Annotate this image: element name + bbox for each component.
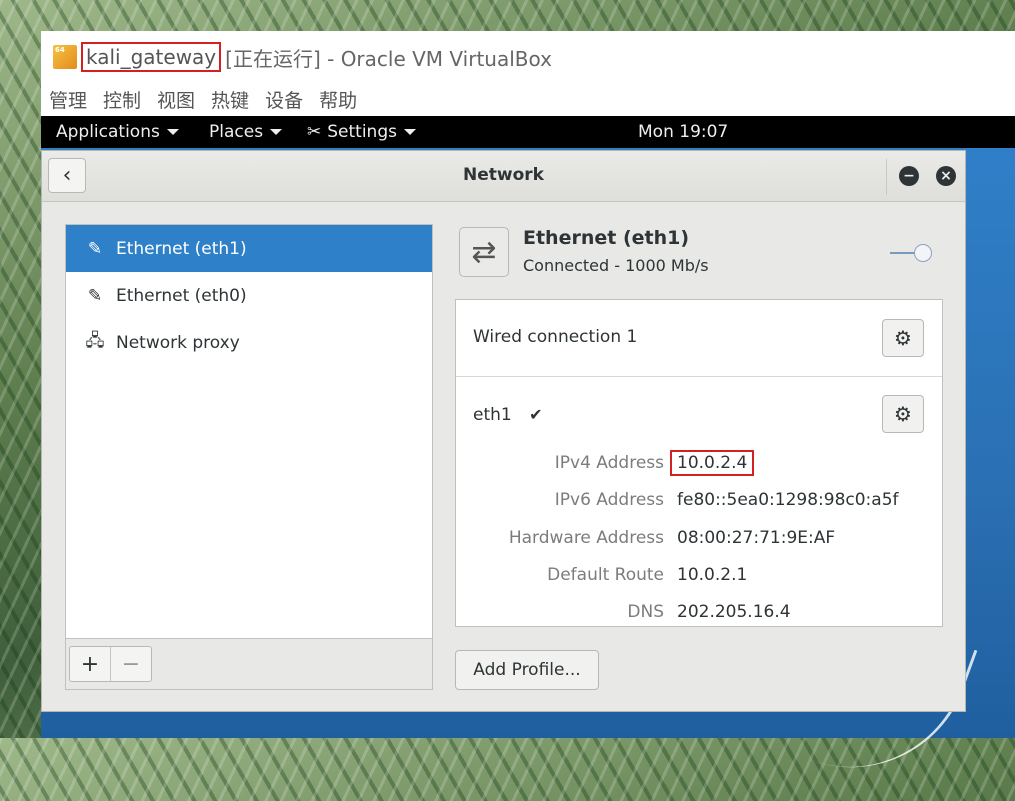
detail-key: IPv4 Address: [554, 453, 664, 473]
ethernet-icon: ✎: [87, 238, 103, 259]
connection-details-panel: Wired connection 1 ⚙ eth1 ✔ ⚙ IPv4 Addre…: [455, 299, 943, 627]
device-label: Network proxy: [116, 332, 240, 353]
device-item-eth1[interactable]: ✎ Ethernet (eth1): [66, 225, 432, 272]
device-item-eth0[interactable]: ✎ Ethernet (eth0): [66, 272, 432, 319]
interface-row: eth1 ✔: [473, 405, 543, 425]
detail-value: 10.0.2.4: [670, 450, 755, 476]
detail-key: IPv6 Address: [554, 490, 664, 510]
device-label: Ethernet (eth1): [116, 238, 247, 259]
close-icon: ×: [940, 168, 952, 184]
menu-view[interactable]: 视图: [157, 86, 195, 113]
virtualbox-title-bar: 64 kali_gateway [正在运行] - Oracle VM Virtu…: [41, 31, 1015, 83]
detail-row-ipv6: IPv6 Address fe80::5ea0:1298:98c0:a5f: [456, 490, 942, 514]
detail-value: 08:00:27:71:9E:AF: [677, 528, 836, 548]
profile-settings-button[interactable]: ⚙: [882, 319, 924, 357]
chevron-down-icon: [403, 129, 416, 135]
settings-menu[interactable]: ✂ Settings: [307, 122, 416, 142]
add-remove-group: + −: [69, 646, 152, 682]
tools-icon: ✂: [307, 122, 322, 142]
menu-devices[interactable]: 设备: [265, 86, 303, 113]
detail-value: 10.0.2.1: [677, 565, 748, 585]
gnome-top-bar: Applications Places ✂ Settings Mon 19:07: [41, 116, 1015, 148]
profile-name: Wired connection 1: [473, 327, 638, 347]
vm-name: kali_gateway: [81, 42, 222, 72]
device-name: Ethernet (eth1): [523, 227, 690, 249]
checkmark-icon: ✔: [529, 405, 543, 424]
header-bar: ‹ Network − ×: [42, 151, 965, 202]
network-transfer-icon: ⇄: [459, 227, 509, 277]
device-item-network-proxy[interactable]: 🖧 Network proxy: [66, 319, 432, 366]
add-device-button[interactable]: +: [70, 647, 110, 681]
interface-settings-button[interactable]: ⚙: [882, 395, 924, 433]
detail-key: DNS: [627, 602, 664, 622]
detail-key: Default Route: [547, 565, 664, 585]
detail-value: 202.205.16.4: [677, 602, 791, 622]
gear-icon: ⚙: [894, 326, 912, 350]
virtualbox-vm-icon: 64: [53, 45, 77, 69]
device-toggle-switch[interactable]: [890, 244, 934, 262]
device-list-footer: + −: [66, 638, 432, 689]
device-status: Connected - 1000 Mb/s: [523, 256, 709, 275]
menu-manage[interactable]: 管理: [49, 86, 87, 113]
profile-row: Wired connection 1 ⚙: [456, 300, 942, 377]
minimize-button[interactable]: −: [899, 166, 919, 186]
detail-row-default-route: Default Route 10.0.2.1: [456, 565, 942, 589]
device-list: ✎ Ethernet (eth1) ✎ Ethernet (eth0) 🖧 Ne…: [65, 224, 433, 690]
places-menu[interactable]: Places: [209, 122, 283, 142]
ethernet-icon: ✎: [87, 285, 103, 306]
close-button[interactable]: ×: [936, 166, 956, 186]
minimize-icon: −: [903, 168, 915, 184]
menu-hotkeys[interactable]: 热键: [211, 86, 249, 113]
detail-value: fe80::5ea0:1298:98c0:a5f: [677, 490, 899, 510]
network-proxy-icon: 🖧: [85, 331, 105, 351]
add-profile-button[interactable]: Add Profile...: [455, 650, 599, 690]
virtualbox-menu-bar: 管理 控制 视图 热键 设备 帮助: [41, 83, 1015, 116]
device-label: Ethernet (eth0): [116, 285, 247, 306]
window-title-rest: [正在运行] - Oracle VM VirtualBox: [225, 46, 552, 71]
detail-row-ipv4: IPv4 Address 10.0.2.4: [456, 450, 942, 477]
detail-row-dns: DNS 202.205.16.4: [456, 602, 942, 626]
gear-icon: ⚙: [894, 402, 912, 426]
menu-help[interactable]: 帮助: [319, 86, 357, 113]
applications-menu[interactable]: Applications: [56, 122, 179, 142]
places-label: Places: [209, 122, 264, 142]
network-settings-window: ‹ Network − × ✎ Ethernet (eth1) ✎ Ethern…: [41, 150, 966, 712]
header-separator: [886, 159, 887, 195]
detail-row-hardware-address: Hardware Address 08:00:27:71:9E:AF: [456, 528, 942, 552]
settings-label: Settings: [327, 122, 397, 142]
toggle-knob: [914, 244, 932, 262]
chevron-down-icon: [270, 129, 283, 135]
ipv4-highlight-box: 10.0.2.4: [670, 450, 755, 476]
applications-label: Applications: [56, 122, 160, 142]
clock[interactable]: Mon 19:07: [638, 122, 728, 142]
chevron-down-icon: [166, 129, 179, 135]
detail-key: Hardware Address: [508, 528, 664, 548]
remove-device-button[interactable]: −: [110, 647, 151, 681]
window-title: Network: [463, 165, 544, 185]
interface-name: eth1: [473, 405, 512, 425]
menu-control[interactable]: 控制: [103, 86, 141, 113]
